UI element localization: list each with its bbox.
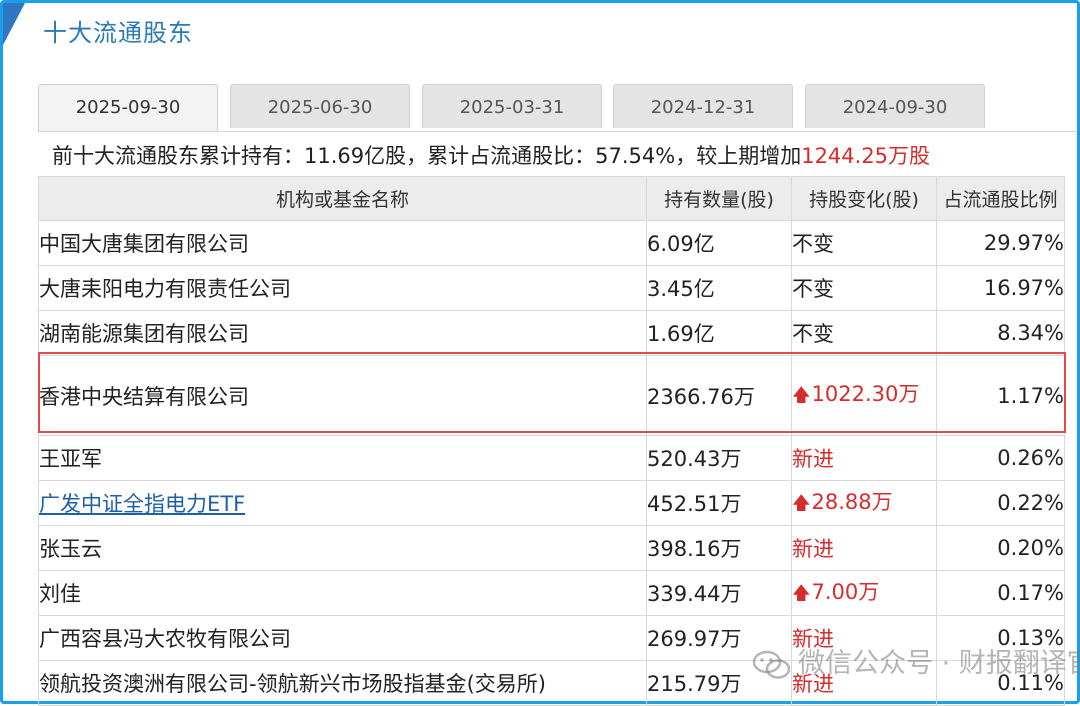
shareholders-table: 机构或基金名称 持有数量(股) 持股变化(股) 占流通股比例 中国大唐集团有限公… xyxy=(38,176,1065,706)
holder-name: 香港中央结算有限公司 xyxy=(38,355,647,436)
holder-change-value: 28.88万 xyxy=(811,489,893,514)
table-row: 大唐耒阳电力有限责任公司 3.45亿 不变 16.97% xyxy=(38,265,1065,311)
report-date-tabs: 2025-09-30 2025-06-30 2025-03-31 2024-12… xyxy=(38,84,1077,131)
holder-change: 不变 xyxy=(791,310,937,356)
holder-change: 🡅1022.30万 xyxy=(791,355,937,436)
holder-ratio: 0.17% xyxy=(936,570,1065,616)
header-ratio: 占流通股比例 xyxy=(936,176,1065,221)
holder-change: 新进 xyxy=(791,525,937,571)
holder-quantity: 2366.76万 xyxy=(646,355,792,436)
holder-change: 🡅7.00万 xyxy=(791,570,937,616)
table-header-row: 机构或基金名称 持有数量(股) 持股变化(股) 占流通股比例 xyxy=(38,176,1065,221)
holder-name: 王亚军 xyxy=(38,435,647,481)
holder-ratio: 0.20% xyxy=(936,525,1065,571)
holder-name-cell: 广发中证全指电力ETF xyxy=(38,480,647,526)
summary-increase: 1244.25万股 xyxy=(801,144,931,168)
holder-change-value: 7.00万 xyxy=(811,579,880,604)
holder-change: 不变 xyxy=(791,220,937,266)
tab-2025-09-30[interactable]: 2025-09-30 xyxy=(38,84,218,131)
table-row: 湖南能源集团有限公司 1.69亿 不变 8.34% xyxy=(38,310,1065,356)
holder-quantity: 3.45亿 xyxy=(646,265,792,311)
table-row: 中国大唐集团有限公司 6.09亿 不变 29.97% xyxy=(38,220,1065,266)
holder-name: 大唐耒阳电力有限责任公司 xyxy=(38,265,647,311)
holder-change-value: 1022.30万 xyxy=(811,382,920,406)
holder-quantity: 6.09亿 xyxy=(646,220,792,266)
holder-quantity: 1.69亿 xyxy=(646,310,792,356)
header-quantity: 持有数量(股) xyxy=(646,176,792,221)
holder-change: 新进 xyxy=(791,435,937,481)
holder-name: 湖南能源集团有限公司 xyxy=(38,310,647,356)
up-arrow-icon: 🡅 xyxy=(792,492,811,514)
watermark-text: 微信公众号 · 财报翻译官 xyxy=(798,648,1080,679)
table-row: 香港中央结算有限公司 2366.76万 🡅1022.30万 1.17% xyxy=(38,355,1065,436)
summary-line: 前十大流通股东累计持有：11.69亿股，累计占流通股比：57.54%，较上期增加… xyxy=(38,131,1077,179)
up-arrow-icon: 🡅 xyxy=(792,385,811,406)
holder-change: 🡅28.88万 xyxy=(791,480,937,526)
holder-ratio: 1.17% xyxy=(936,355,1065,436)
holder-ratio: 8.34% xyxy=(936,310,1065,356)
up-arrow-icon: 🡅 xyxy=(792,582,811,604)
summary-text: 前十大流通股东累计持有：11.69亿股，累计占流通股比：57.54%，较上期增加 xyxy=(52,144,802,168)
table-row: 张玉云 398.16万 新进 0.20% xyxy=(38,525,1065,571)
wechat-icon xyxy=(752,650,791,679)
holder-quantity: 452.51万 xyxy=(646,480,792,526)
watermark: 微信公众号 · 财报翻译官 xyxy=(752,636,1080,692)
holder-name: 中国大唐集团有限公司 xyxy=(38,220,647,266)
holder-ratio: 29.97% xyxy=(936,220,1065,266)
tab-2024-09-30[interactable]: 2024-09-30 xyxy=(805,84,985,128)
header-change: 持股变化(股) xyxy=(791,176,937,221)
tab-2025-03-31[interactable]: 2025-03-31 xyxy=(422,84,602,128)
panel-title: 十大流通股东 xyxy=(43,19,193,47)
corner-decoration xyxy=(3,3,25,45)
holder-name: 刘佳 xyxy=(38,570,647,616)
holder-ratio: 0.22% xyxy=(936,480,1065,526)
fund-link[interactable]: 广发中证全指电力ETF xyxy=(40,492,246,516)
holder-quantity: 339.44万 xyxy=(646,570,792,616)
tab-2025-06-30[interactable]: 2025-06-30 xyxy=(230,84,410,128)
table-row: 刘佳 339.44万 🡅7.00万 0.17% xyxy=(38,570,1065,616)
header-name: 机构或基金名称 xyxy=(38,176,647,221)
table-row: 王亚军 520.43万 新进 0.26% xyxy=(38,435,1065,481)
holder-change: 不变 xyxy=(791,265,937,311)
holder-name: 张玉云 xyxy=(38,525,647,571)
holder-quantity: 520.43万 xyxy=(646,435,792,481)
holder-ratio: 16.97% xyxy=(936,265,1065,311)
table-row: 广发中证全指电力ETF 452.51万 🡅28.88万 0.22% xyxy=(38,480,1065,526)
holder-quantity: 398.16万 xyxy=(646,525,792,571)
holder-name: 广西容县冯大农牧有限公司 xyxy=(38,615,647,661)
holder-ratio: 0.26% xyxy=(936,435,1065,481)
tab-2024-12-31[interactable]: 2024-12-31 xyxy=(613,84,793,128)
holder-name: 领航投资澳洲有限公司-领航新兴市场股指基金(交易所) xyxy=(38,660,647,706)
